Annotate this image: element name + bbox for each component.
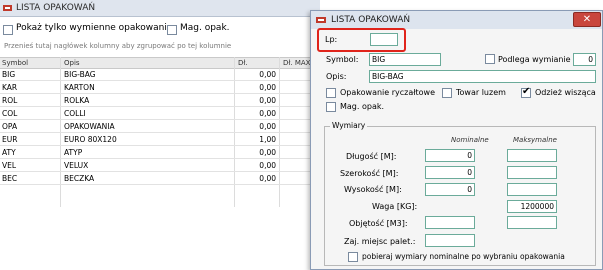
symbol-input[interactable]: BIG	[369, 53, 441, 66]
dlugosc-nom-input[interactable]: 0	[425, 149, 475, 162]
table-row[interactable]: ROL ROLKA 0,00	[0, 95, 320, 107]
cell-dl: 0,00	[259, 122, 276, 131]
cell-opis: COLLI	[64, 109, 86, 118]
table-row[interactable]: KAR KARTON 0,00	[0, 82, 320, 94]
cell-symbol: EUR	[2, 135, 18, 144]
towar-luzem-checkbox[interactable]	[442, 88, 452, 98]
only-exchanged-label: Pokaż tylko wymienne opakowania	[16, 23, 173, 33]
close-button[interactable]: ✕	[573, 12, 601, 27]
table-row[interactable]: BEC BECZKA 0,00	[0, 173, 320, 185]
podlega-wymianie-value[interactable]: 0	[573, 53, 596, 66]
dlugosc-label: Długość [M]:	[346, 152, 397, 161]
table-row[interactable]: BIG BIG-BAG 0,00	[0, 69, 320, 81]
lp-input[interactable]	[370, 33, 398, 46]
cell-symbol: OPA	[2, 122, 18, 131]
cell-dl: 0,00	[259, 109, 276, 118]
mag-opak-filter-checkbox[interactable]	[167, 25, 177, 35]
cell-symbol: COL	[2, 109, 18, 118]
table-row[interactable]: OPA OPAKOWANIA 0,00	[0, 121, 320, 133]
cell-dl: 0,00	[259, 83, 276, 92]
szerokosc-label: Szerokość [M]:	[340, 169, 399, 178]
nominal-header: Nominalne	[451, 136, 489, 144]
szerokosc-nom-input[interactable]: 0	[425, 166, 475, 179]
cell-opis: BIG-BAG	[64, 70, 96, 79]
lp-label: Lp:	[325, 35, 338, 44]
bg-window-title: LISTA OPAKOWAŃ	[16, 3, 96, 13]
col-header-symbol[interactable]: Symbol	[2, 59, 28, 67]
app-icon	[3, 5, 12, 11]
objetosc-label: Objętość [M3]:	[349, 219, 408, 228]
opis-label: Opis:	[326, 72, 347, 81]
pobieraj-checkbox[interactable]	[348, 252, 358, 262]
mag-opak-checkbox[interactable]	[326, 102, 336, 112]
cell-symbol: BEC	[2, 174, 18, 183]
cell-opis: BECZKA	[64, 174, 95, 183]
objetosc-max-input[interactable]	[507, 216, 557, 229]
towar-luzem-label: Towar luzem	[456, 88, 506, 97]
mag-opak-filter-label: Mag. opak.	[180, 23, 230, 33]
max-header: Maksymalne	[513, 136, 557, 144]
col-header-dl[interactable]: Dł.	[238, 59, 248, 67]
wysokosc-max-input[interactable]	[507, 183, 557, 196]
cell-symbol: ATY	[2, 148, 16, 157]
col-header-opis[interactable]: Opis	[64, 59, 80, 67]
bg-window-titlebar: LISTA OPAKOWAŃ	[0, 0, 320, 17]
objetosc-nom-input[interactable]	[425, 216, 475, 229]
odziez-wiszaca-checkbox[interactable]	[521, 86, 531, 98]
grid-header: Symbol Opis Dł. Dł. MAX	[0, 57, 320, 69]
table-row[interactable]: VEL VELUX 0,00	[0, 160, 320, 172]
opis-input[interactable]: BIG-BAG	[369, 70, 596, 83]
cell-opis: OPAKOWANIA	[64, 122, 115, 131]
cell-dl: 0,00	[259, 70, 276, 79]
col-header-dl-max[interactable]: Dł. MAX	[283, 59, 310, 67]
podlega-wymianie-label: Podlega wymianie	[498, 55, 571, 64]
cell-symbol: ROL	[2, 96, 18, 105]
dialog-title: LISTA OPAKOWAŃ	[331, 15, 411, 25]
waga-label: Waga [KG]:	[372, 202, 418, 211]
group-by-hint: Przenieś tutaj nagłówek kolumny aby zgru…	[4, 42, 232, 50]
cell-dl: 0,00	[259, 174, 276, 183]
wymiary-title: Wymiary	[330, 121, 368, 130]
table-row[interactable]: ATY ATYP 0,00	[0, 147, 320, 159]
waga-max-input[interactable]: 1200000	[507, 200, 557, 213]
cell-opis: ATYP	[64, 148, 83, 157]
cell-opis: VELUX	[64, 161, 89, 170]
cell-symbol: KAR	[2, 83, 18, 92]
symbol-label: Symbol:	[326, 55, 359, 64]
cell-dl: 1,00	[259, 135, 276, 144]
pobieraj-label: pobieraj wymiary nominalne po wybraniu o…	[362, 252, 565, 261]
wysokosc-label: Wysokość [M]:	[344, 185, 402, 194]
cell-opis: EURO 80X120	[64, 135, 117, 144]
dialog-titlebar[interactable]: LISTA OPAKOWAŃ ✕	[311, 11, 602, 29]
odziez-wiszaca-label: Odzież wisząca	[535, 88, 596, 97]
app-icon	[316, 17, 326, 23]
dlugosc-max-input[interactable]	[507, 149, 557, 162]
table-row[interactable]: EUR EURO 80X120 1,00	[0, 134, 320, 146]
only-exchanged-checkbox[interactable]	[3, 25, 13, 35]
cell-opis: ROLKA	[64, 96, 90, 105]
cell-opis: KARTON	[64, 83, 95, 92]
cell-dl: 0,00	[259, 96, 276, 105]
opakowanie-ryczaltowe-label: Opakowanie ryczałtowe	[340, 88, 436, 97]
zaj-miejsc-label: Zaj. miejsc palet.:	[344, 237, 416, 246]
cell-dl: 0,00	[259, 161, 276, 170]
cell-symbol: VEL	[2, 161, 17, 170]
zaj-miejsc-input[interactable]	[425, 234, 475, 247]
mag-opak-label: Mag. opak.	[340, 102, 385, 111]
cell-dl: 0,00	[259, 148, 276, 157]
cell-symbol: BIG	[2, 70, 16, 79]
opakowanie-ryczaltowe-checkbox[interactable]	[326, 88, 336, 98]
wysokosc-nom-input[interactable]: 0	[425, 183, 475, 196]
table-row[interactable]: COL COLLI 0,00	[0, 108, 320, 120]
szerokosc-max-input[interactable]	[507, 166, 557, 179]
podlega-wymianie-checkbox[interactable]	[485, 54, 495, 64]
